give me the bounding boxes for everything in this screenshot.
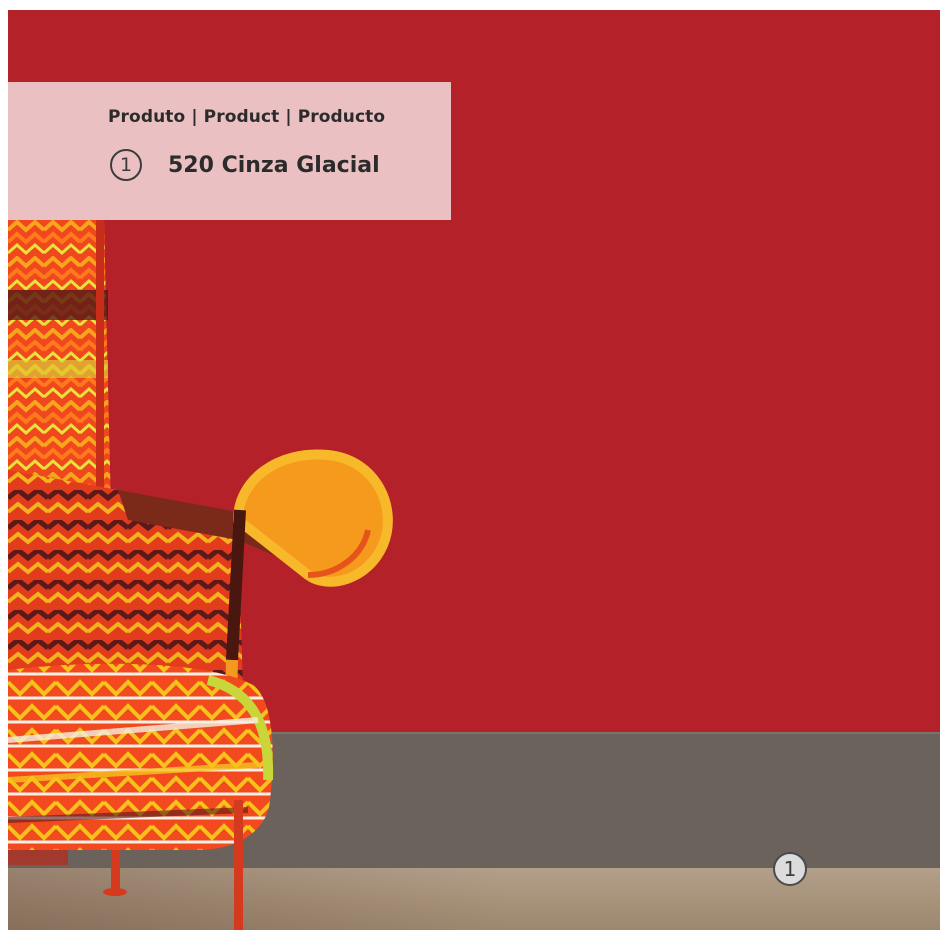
item-number-badge: 1 [110,149,142,181]
woven-armchair [8,220,393,930]
panel-heading: Produto | Product | Producto [108,107,386,127]
wall-color-marker: 1 [773,852,807,886]
room-photo: Produto | Product | Producto 1 520 Cinza… [8,10,940,930]
product-label-panel: Produto | Product | Producto 1 520 Cinza… [8,82,451,220]
product-name: 520 Cinza Glacial [168,152,380,178]
product-row: 1 520 Cinza Glacial [110,148,380,182]
